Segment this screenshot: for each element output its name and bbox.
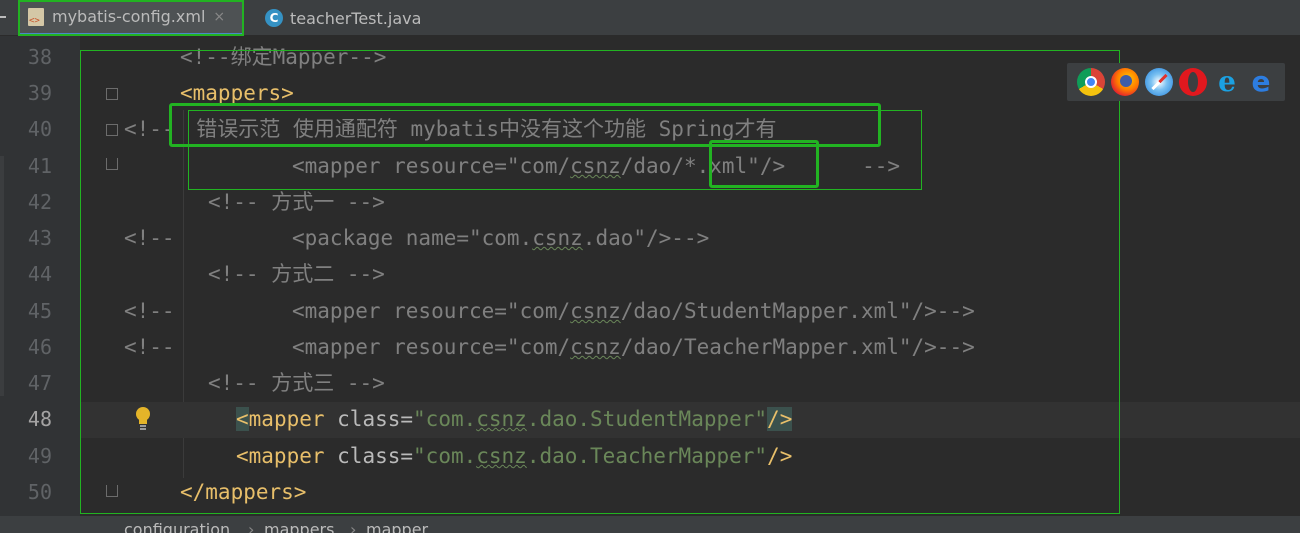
breadcrumb-separator: › [248,520,255,533]
line-number: 39 [27,81,52,105]
line-number: 41 [27,154,52,178]
line-number: 42 [27,190,52,214]
tab-menu-dash[interactable] [0,16,6,18]
line-number: 50 [27,480,52,504]
browser-preview-toolbar: e e [1067,63,1285,101]
editor-tab-bar: mybatis-config.xml × C teacherTest.java [0,0,1300,36]
annotation-wildcard-highlight [709,140,819,188]
chrome-icon[interactable] [1077,68,1105,96]
tab-teacher-test[interactable]: C teacherTest.java [256,0,456,36]
tab-label: mybatis-config.xml [52,7,206,26]
opera-icon[interactable] [1179,68,1207,96]
java-class-icon: C [264,8,284,28]
line-number: 44 [27,262,52,286]
breadcrumb-item[interactable]: mappers [264,520,334,533]
edge-icon[interactable]: e [1247,68,1275,96]
tab-mybatis-config[interactable]: mybatis-config.xml × [18,0,244,36]
breadcrumb-item[interactable]: mapper [366,520,428,533]
firefox-icon[interactable] [1111,68,1139,96]
ie-icon[interactable]: e [1213,68,1241,96]
line-number: 46 [27,335,52,359]
line-number: 38 [27,45,52,69]
tab-label: teacherTest.java [290,8,422,28]
safari-icon[interactable] [1145,68,1173,96]
line-number: 49 [27,444,52,468]
xml-file-icon [26,7,46,27]
line-number: 40 [27,117,52,141]
line-number: 47 [27,371,52,395]
line-number: 43 [27,226,52,250]
breadcrumb-separator: › [350,520,357,533]
close-icon[interactable]: × [213,9,225,25]
line-number: 45 [27,299,52,323]
current-line-number: 48 [27,407,52,431]
breadcrumb-item[interactable]: configuration [124,520,230,533]
breadcrumb: configuration › mappers › mapper [0,516,1300,533]
